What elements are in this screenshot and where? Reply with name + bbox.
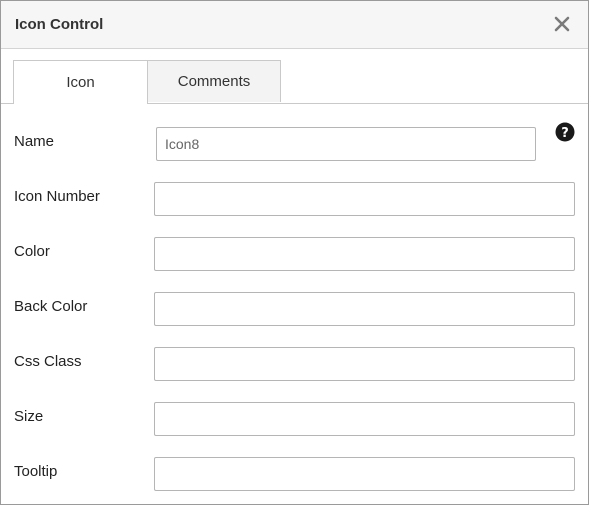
css-class-field[interactable] xyxy=(154,347,575,381)
tab-icon[interactable]: Icon xyxy=(13,60,148,104)
tooltip-label: Tooltip xyxy=(14,463,58,480)
tab-icon-label: Icon xyxy=(66,74,95,91)
svg-text:?: ? xyxy=(561,126,569,141)
tooltip-field[interactable] xyxy=(154,457,575,491)
color-label: Color xyxy=(14,243,50,260)
icon-number-label: Icon Number xyxy=(14,188,100,205)
tab-comments[interactable]: Comments xyxy=(147,60,281,102)
icon-number-field[interactable] xyxy=(154,182,575,216)
tab-bar: Icon Comments xyxy=(1,60,588,104)
css-class-label: Css Class xyxy=(14,353,82,370)
back-color-label: Back Color xyxy=(14,298,88,315)
close-icon[interactable] xyxy=(552,14,572,34)
dialog-titlebar: Icon Control xyxy=(1,1,588,49)
back-color-field[interactable] xyxy=(154,292,575,326)
tab-comments-label: Comments xyxy=(177,73,251,90)
color-field[interactable] xyxy=(154,237,575,271)
help-icon[interactable]: ? xyxy=(555,122,575,142)
name-label: Name xyxy=(14,133,55,150)
dialog-title: Icon Control xyxy=(15,16,104,33)
name-field[interactable] xyxy=(156,127,536,161)
size-label: Size xyxy=(14,408,44,425)
icon-control-dialog: Icon Control Icon Comments ? Name Icon N… xyxy=(0,0,589,505)
size-field[interactable] xyxy=(154,402,575,436)
